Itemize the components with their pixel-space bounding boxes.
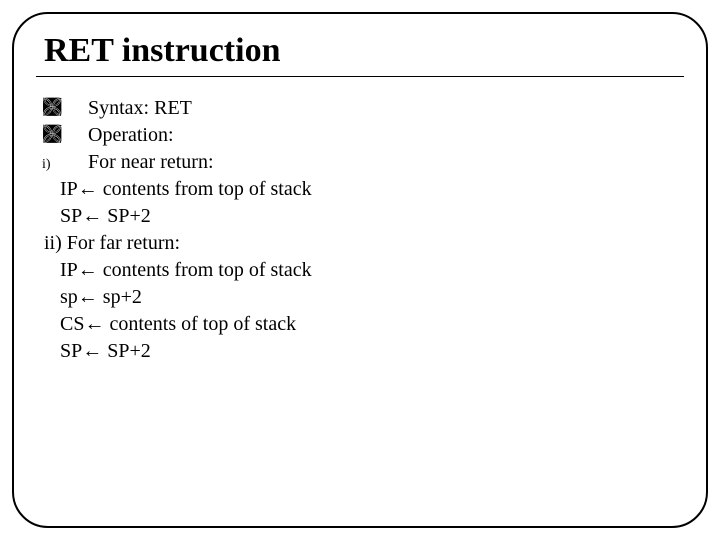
text-far-ip: IP← contents from top of stack xyxy=(42,257,678,284)
roman-bullet: i) xyxy=(42,156,88,175)
text-syntax: Syntax: RET xyxy=(88,95,192,122)
curly-bullet-icon: 🙩 xyxy=(42,95,88,122)
slide-frame: RET instruction 🙩 Syntax: RET 🙩 Operatio… xyxy=(12,12,708,528)
text-near-ip: IP← contents from top of stack xyxy=(42,176,678,203)
bullet-operation: 🙩 Operation: xyxy=(42,122,678,149)
slide-content: 🙩 Syntax: RET 🙩 Operation: i) For near r… xyxy=(42,95,678,365)
text-near-sp: SP← SP+2 xyxy=(42,203,678,230)
curly-bullet-icon: 🙩 xyxy=(42,122,88,149)
text-far: ii) For far return: xyxy=(42,230,678,257)
bullet-syntax: 🙩 Syntax: RET xyxy=(42,95,678,122)
bullet-near: i) For near return: xyxy=(42,149,678,176)
text-far-cs: CS← contents of top of stack xyxy=(42,311,678,338)
slide-title: RET instruction xyxy=(42,32,678,70)
text-operation: Operation: xyxy=(88,122,174,149)
title-divider xyxy=(36,76,684,77)
text-far-sp1: sp← sp+2 xyxy=(42,284,678,311)
text-far-sp2: SP← SP+2 xyxy=(42,338,678,365)
text-near: For near return: xyxy=(88,149,214,176)
